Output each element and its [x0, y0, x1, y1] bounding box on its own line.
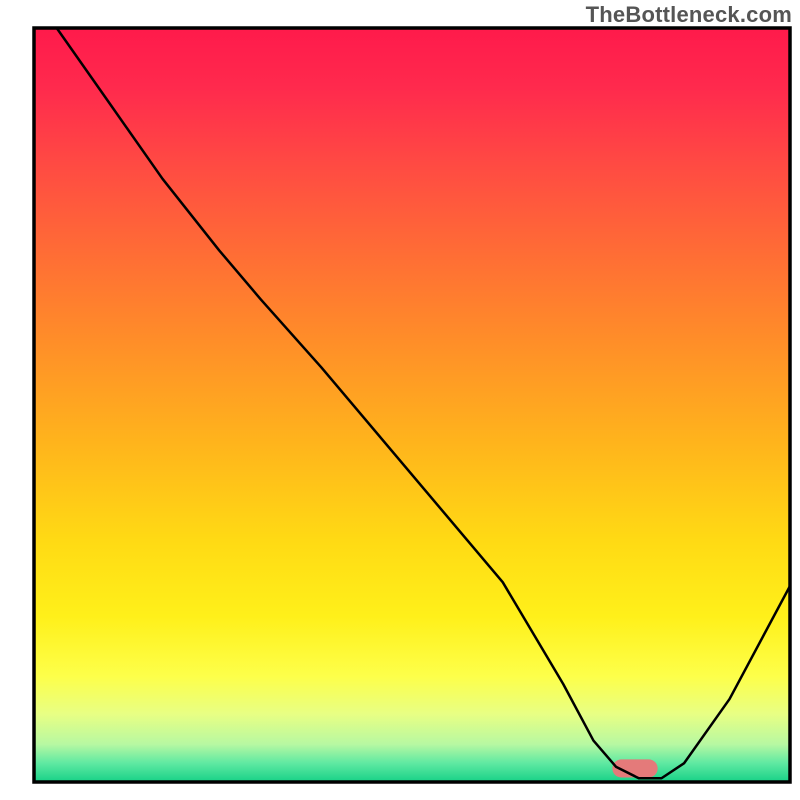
- bottleneck-chart: [0, 0, 800, 800]
- gradient-background: [34, 28, 790, 782]
- chart-container: TheBottleneck.com: [0, 0, 800, 800]
- plot-area: [34, 28, 790, 782]
